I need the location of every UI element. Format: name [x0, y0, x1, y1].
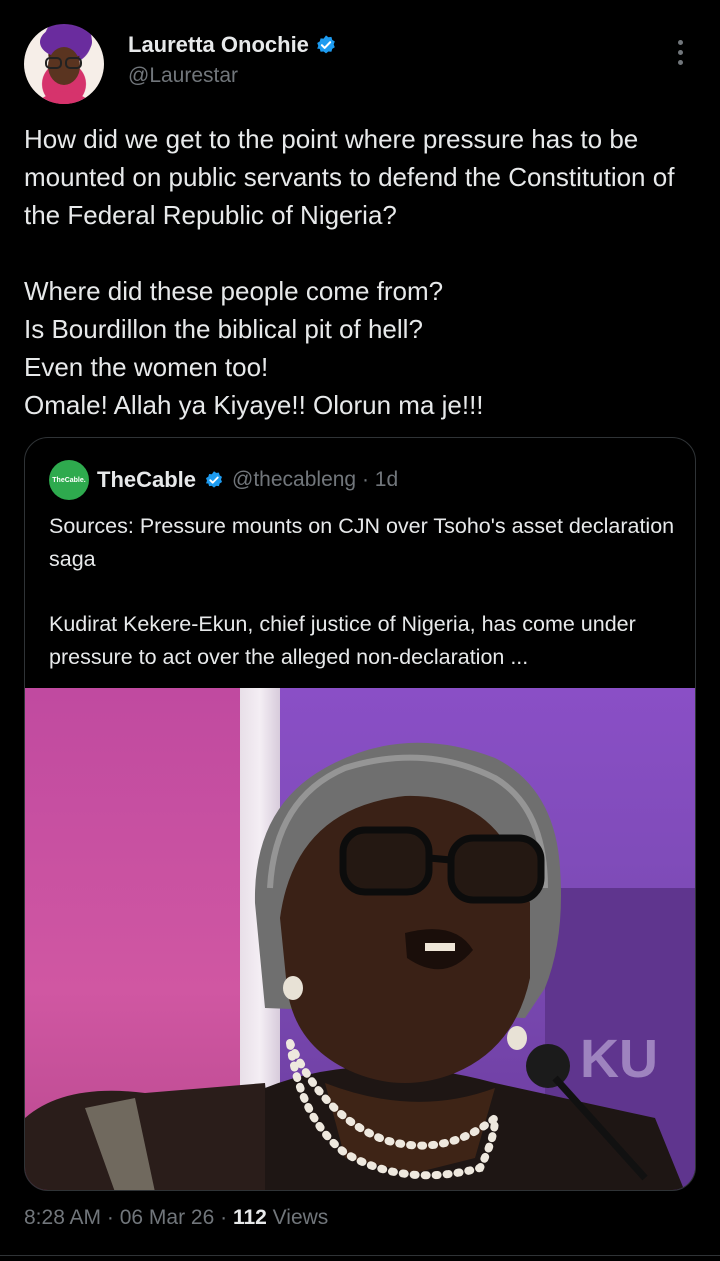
- views-count[interactable]: 112: [233, 1206, 267, 1229]
- avatar-portrait: [34, 26, 94, 104]
- author-name[interactable]: Lauretta Onochie: [128, 32, 309, 58]
- quoted-media-image[interactable]: KU: [25, 688, 695, 1190]
- quoted-author-name[interactable]: TheCable: [97, 467, 196, 493]
- tweet-body: How did we get to the point where pressu…: [24, 120, 700, 424]
- tweet-meta: 8:28 AM · 06 Mar 26 · 112 Views: [24, 1206, 328, 1230]
- author-handle[interactable]: @Laurestar: [128, 64, 238, 88]
- tweet-line: Where did these people come from?: [24, 276, 444, 306]
- speaker-photo: [25, 742, 685, 1190]
- divider: [0, 1255, 720, 1256]
- more-options-icon[interactable]: [668, 40, 692, 70]
- views-label: Views: [266, 1206, 329, 1229]
- tweet-timestamp[interactable]: 8:28 AM · 06 Mar 26 ·: [24, 1206, 233, 1229]
- quoted-handle-time[interactable]: @thecableng · 1d: [232, 468, 398, 492]
- quoted-text: Sources: Pressure mounts on CJN over Tso…: [49, 510, 679, 674]
- tweet-header: Lauretta Onochie @Laurestar: [0, 0, 720, 120]
- tweet-paragraph: How did we get to the point where pressu…: [24, 124, 675, 230]
- quoted-headline: Sources: Pressure mounts on CJN over Tso…: [49, 514, 675, 571]
- quoted-avatar[interactable]: TheCable.: [49, 460, 89, 500]
- verified-badge-icon: [206, 471, 223, 488]
- verified-badge-icon: [317, 35, 335, 54]
- author-avatar[interactable]: [24, 24, 104, 104]
- quoted-summary: Kudirat Kekere-Ekun, chief justice of Ni…: [49, 612, 636, 669]
- tweet-line: Is Bourdillon the biblical pit of hell?: [24, 314, 423, 344]
- tweet-line: Omale! Allah ya Kiyaye!! Olorun ma je!!!: [24, 390, 484, 420]
- tweet-line: Even the women too!: [24, 352, 269, 382]
- quoted-tweet-card[interactable]: TheCable. TheCable @thecableng · 1d Sour…: [24, 437, 696, 1191]
